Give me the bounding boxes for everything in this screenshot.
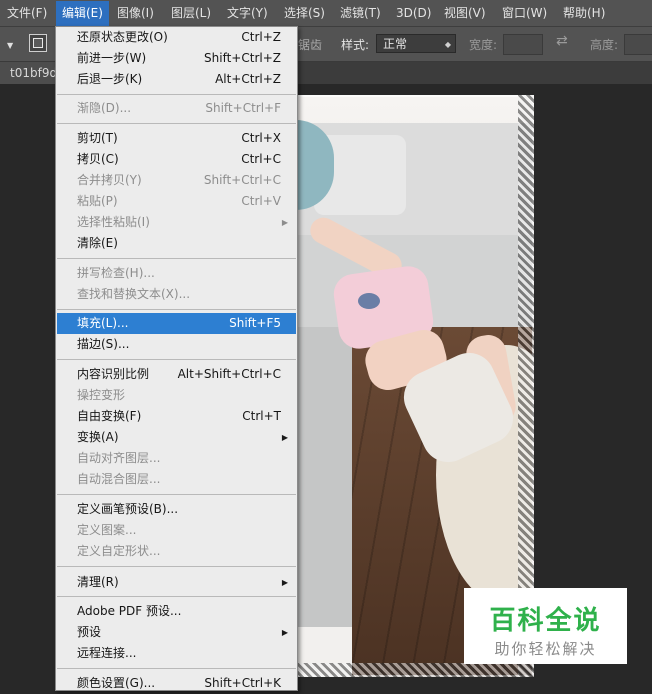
menu-separator <box>57 258 296 259</box>
width-input[interactable] <box>503 34 543 55</box>
menu-item-content-aware-scale[interactable]: 内容识别比例 Alt+Shift+Ctrl+C <box>57 364 296 385</box>
menu-edit[interactable]: 编辑(E) <box>56 1 109 26</box>
menu-select[interactable]: 选择(S) <box>284 4 325 22</box>
swap-icon[interactable]: ⇄ <box>556 33 568 49</box>
menu-separator <box>57 494 296 495</box>
menu-item-paste[interactable]: 粘贴(P) Ctrl+V <box>57 191 296 212</box>
submenu-arrow-icon: ▶ <box>281 628 288 637</box>
menu-separator <box>57 309 296 310</box>
menu-item-pdf-presets[interactable]: Adobe PDF 预设... <box>57 601 296 622</box>
menu-separator <box>57 668 296 669</box>
submenu-arrow-icon: ▶ <box>281 218 288 227</box>
menu-item-define-custom-shape[interactable]: 定义自定形状... <box>57 541 296 562</box>
width-label: 宽度: <box>469 38 498 52</box>
menu-window[interactable]: 窗口(W) <box>502 4 547 22</box>
menu-item-paste-special[interactable]: 选择性粘贴(I) ▶ <box>57 212 296 233</box>
menu-item-stroke[interactable]: 描边(S)... <box>57 334 296 355</box>
watermark-subtitle: 助你轻松解决 <box>494 640 597 658</box>
menu-layer[interactable]: 图层(L) <box>171 4 211 22</box>
menu-item-auto-align-layers[interactable]: 自动对齐图层... <box>57 448 296 469</box>
menu-type[interactable]: 文字(Y) <box>227 4 268 22</box>
menu-3d[interactable]: 3D(D) <box>396 4 431 22</box>
menu-view[interactable]: 视图(V) <box>444 4 486 22</box>
watermark-title: 百科全说 <box>489 606 602 636</box>
tool-preset-arrow-icon[interactable]: ▼ <box>7 41 13 50</box>
menu-item-cut[interactable]: 剪切(T) Ctrl+X <box>57 128 296 149</box>
rectangular-marquee-icon[interactable] <box>29 34 47 52</box>
menu-item-define-brush[interactable]: 定义画笔预设(B)... <box>57 499 296 520</box>
menu-separator <box>57 94 296 95</box>
menu-help[interactable]: 帮助(H) <box>563 4 605 22</box>
menu-separator <box>57 123 296 124</box>
style-select[interactable]: 正常 ◆ <box>376 34 456 53</box>
menu-item-copy-merged[interactable]: 合并拷贝(Y) Shift+Ctrl+C <box>57 170 296 191</box>
menu-item-find-replace[interactable]: 查找和替换文本(X)... <box>57 284 296 305</box>
selection-edge-bottom <box>296 663 534 677</box>
document-tab[interactable]: t01bf9d <box>0 62 60 84</box>
submenu-arrow-icon: ▶ <box>281 433 288 442</box>
chevron-updown-icon: ◆ <box>444 40 451 49</box>
style-label: 样式: <box>341 38 370 52</box>
menu-item-purge[interactable]: 清理(R) ▶ <box>57 572 296 593</box>
edit-menu-dropdown: 还原状态更改(O) Ctrl+Z 前进一步(W) Shift+Ctrl+Z 后退一步… <box>55 26 298 691</box>
menu-bar: 文件(F) 编辑(E) 图像(I) 图层(L) 文字(Y) 选择(S) 滤镜(T… <box>0 0 652 27</box>
menu-item-copy[interactable]: 拷贝(C) Ctrl+C <box>57 149 296 170</box>
style-select-value: 正常 <box>383 37 408 51</box>
menu-item-clear[interactable]: 清除(E) <box>57 233 296 254</box>
menu-item-auto-blend-layers[interactable]: 自动混合图层... <box>57 469 296 490</box>
menu-item-puppet-warp[interactable]: 操控变形 <box>57 385 296 406</box>
menu-item-transform[interactable]: 变换(A) ▶ <box>57 427 296 448</box>
menu-filter[interactable]: 滤镜(T) <box>340 4 381 22</box>
menu-item-free-transform[interactable]: 自由变换(F) Ctrl+T <box>57 406 296 427</box>
menu-separator <box>57 359 296 360</box>
menu-item-fill[interactable]: 填充(L)... Shift+F5 <box>57 313 296 334</box>
menu-item-check-spelling[interactable]: 拼写检查(H)... <box>57 263 296 284</box>
menu-item-define-pattern[interactable]: 定义图案... <box>57 520 296 541</box>
menu-separator <box>57 566 296 567</box>
menu-item-presets[interactable]: 预设 ▶ <box>57 622 296 643</box>
menu-item-fade[interactable]: 渐隐(D)... Shift+Ctrl+F <box>57 98 296 119</box>
height-label: 高度: <box>590 38 619 52</box>
menu-item-undo[interactable]: 还原状态更改(O) Ctrl+Z <box>57 27 296 48</box>
watermark-logo: 百科全说 助你轻松解决 <box>464 588 627 664</box>
menu-separator <box>57 596 296 597</box>
menu-item-remote-connections[interactable]: 远程连接... <box>57 643 296 664</box>
height-input[interactable] <box>624 34 652 55</box>
anti-alias-label: 锯齿 <box>298 38 323 52</box>
menu-item-step-forward[interactable]: 前进一步(W) Shift+Ctrl+Z <box>57 48 296 69</box>
menu-file[interactable]: 文件(F) <box>7 4 47 22</box>
menu-item-step-backward[interactable]: 后退一步(K) Alt+Ctrl+Z <box>57 69 296 90</box>
menu-image[interactable]: 图像(I) <box>117 4 154 22</box>
submenu-arrow-icon: ▶ <box>281 578 288 587</box>
